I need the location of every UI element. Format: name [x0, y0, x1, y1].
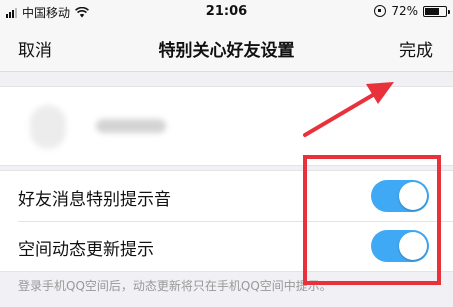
setting-label-qzone-update: 空间动态更新提示	[18, 240, 154, 260]
annotation-highlight-box	[303, 155, 441, 285]
avatar	[30, 105, 66, 149]
rotation-lock-icon	[374, 5, 387, 17]
friend-row[interactable]	[0, 86, 453, 166]
footnote-text: 登录手机QQ空间后，动态更新将只在手机QQ空间中提示。	[18, 279, 332, 293]
status-right: 72%	[374, 4, 450, 18]
battery-icon	[423, 5, 450, 17]
nav-bar: 取消 特别关心好友设置 完成	[0, 24, 453, 72]
setting-label-message-sound: 好友消息特别提示音	[18, 190, 171, 210]
done-button[interactable]: 完成	[399, 36, 433, 61]
page-title: 特别关心好友设置	[158, 41, 295, 61]
status-bar: 中国移动 21:06 72%	[0, 0, 453, 24]
screen: 中国移动 21:06 72% 取消 特别关心好友设置 完成 好友消息特别提示音	[0, 0, 453, 307]
battery-fill	[425, 7, 440, 15]
battery-percent: 72%	[391, 4, 418, 18]
friend-name-redacted	[96, 119, 166, 133]
